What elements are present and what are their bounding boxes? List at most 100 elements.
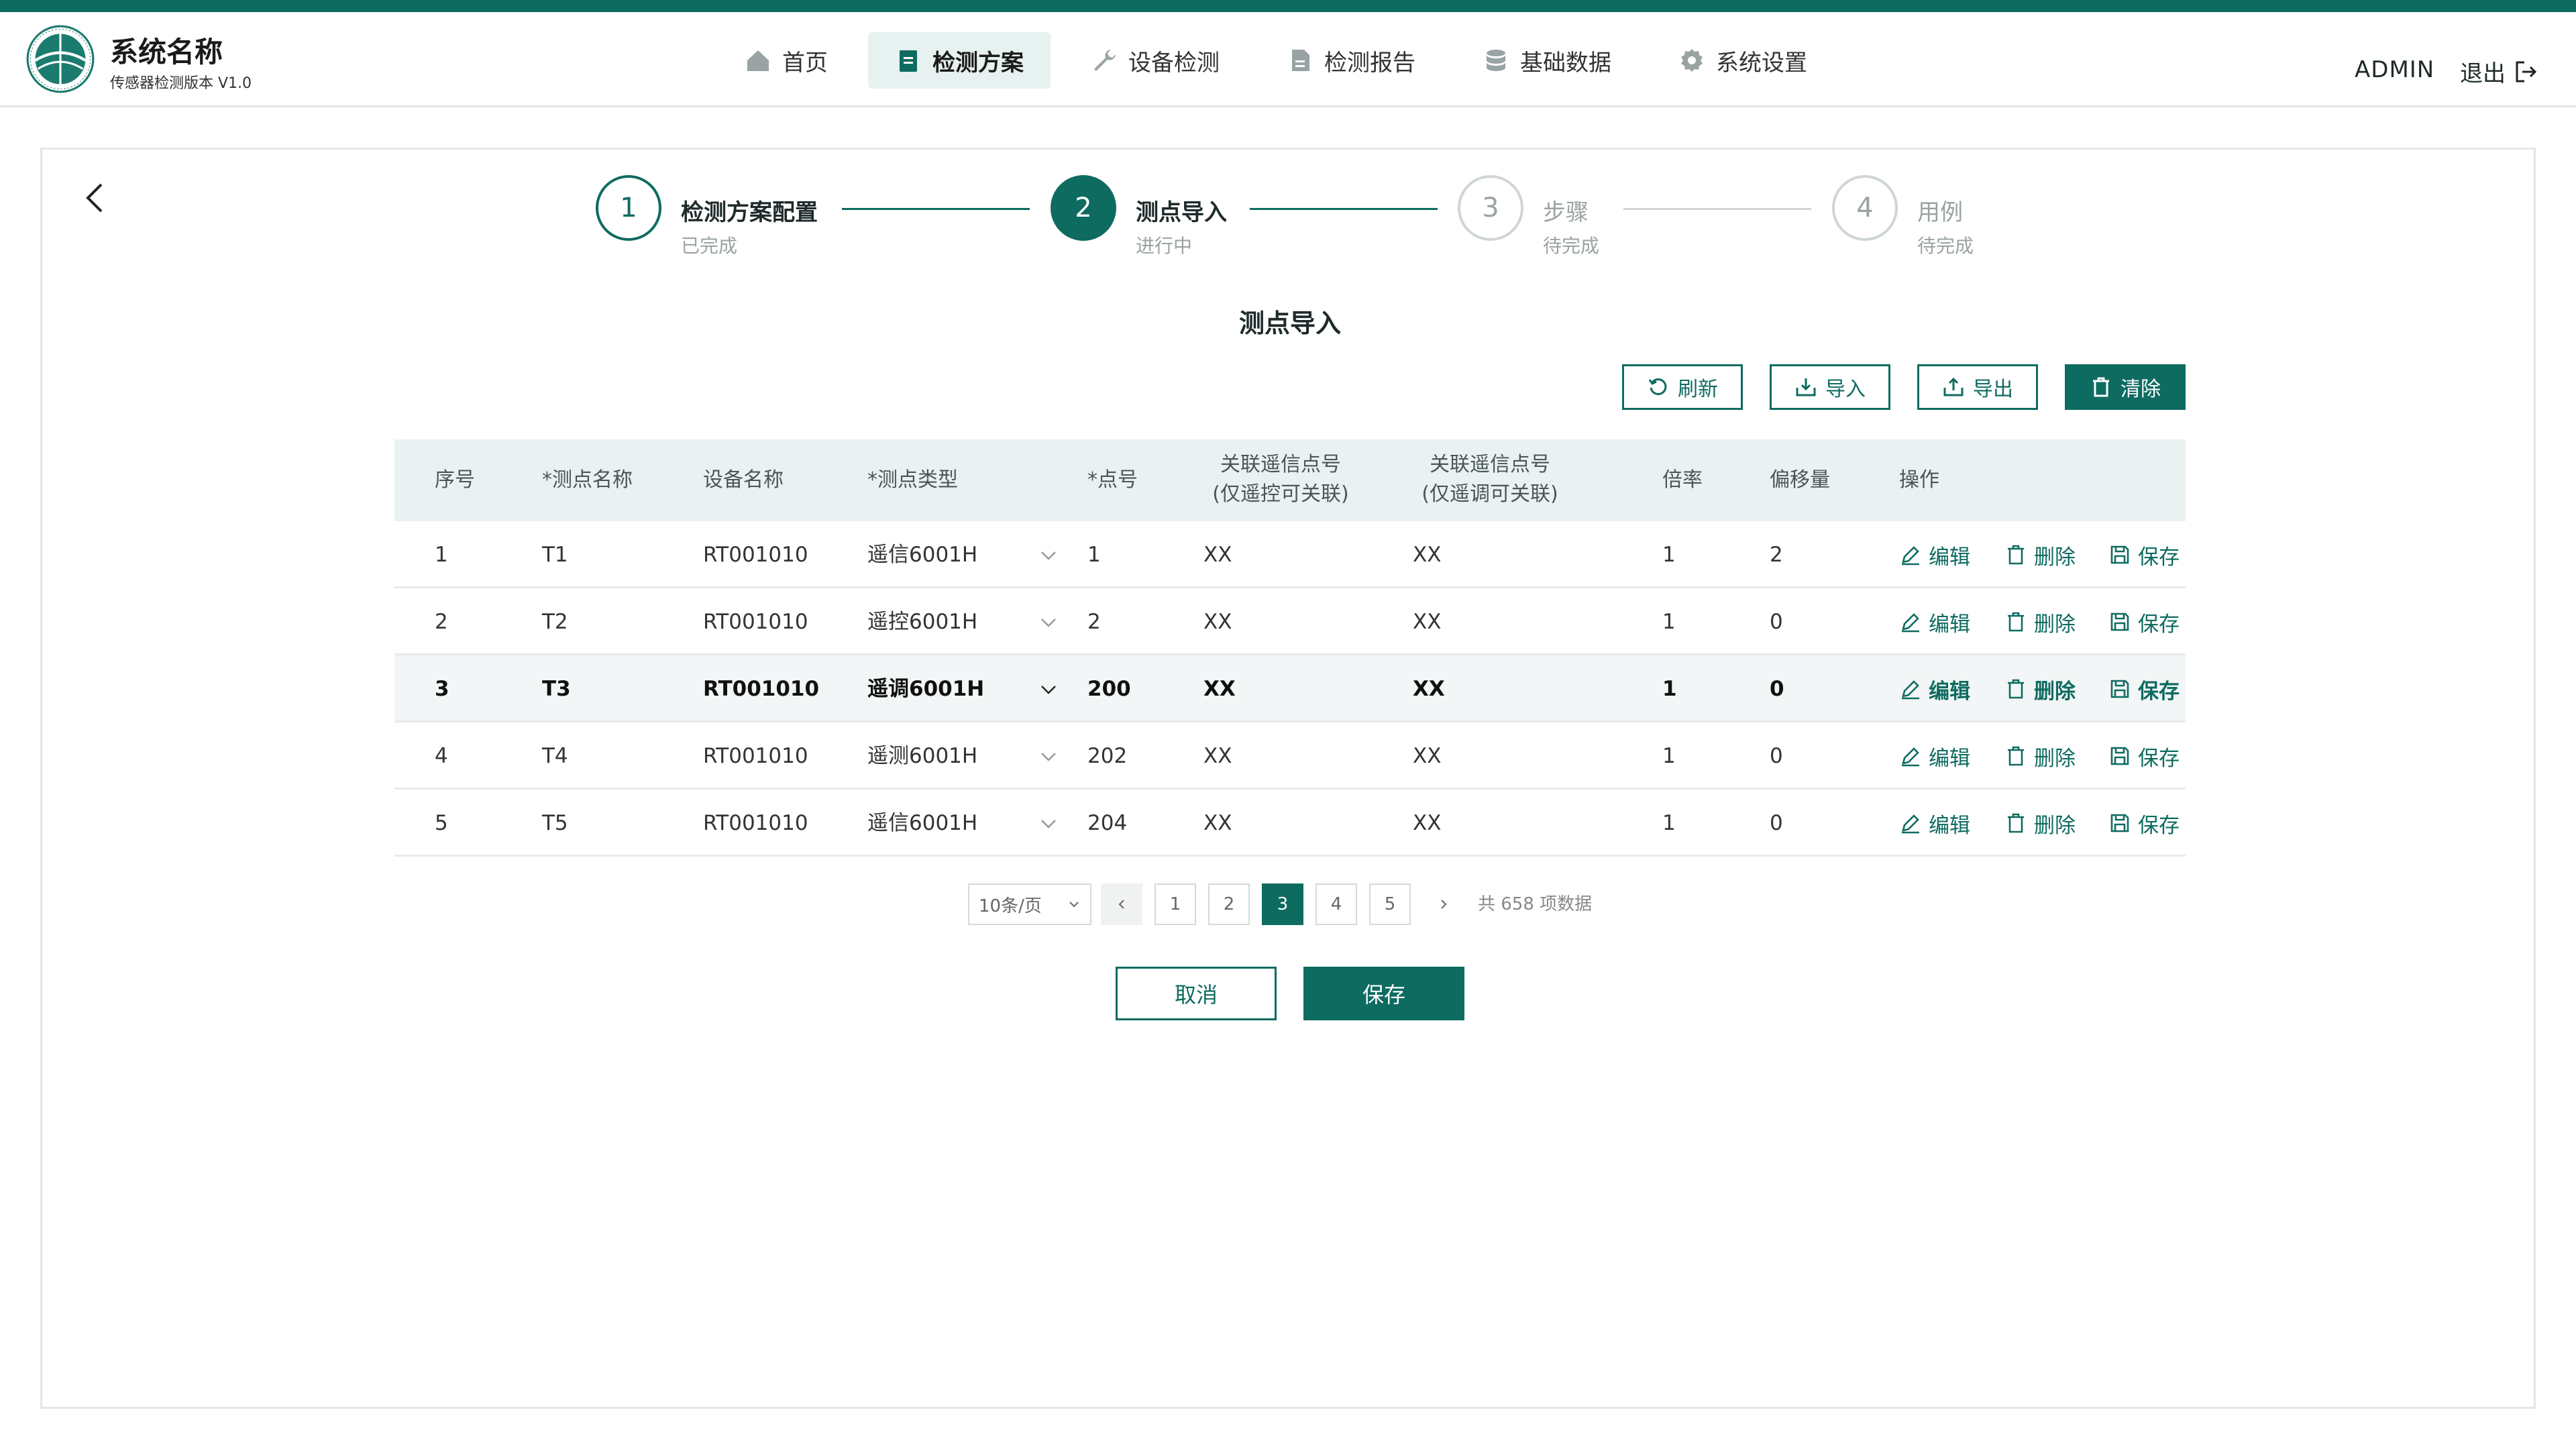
table-row[interactable]: 2 T2 RT001010 遥控6001H 2 XX XX 1 0 编辑 删除 保存	[394, 588, 2186, 655]
page-button[interactable]: 2	[1208, 883, 1250, 925]
chevron-down-icon[interactable]	[1038, 814, 1059, 834]
delete-button[interactable]: 删除	[2004, 521, 2076, 588]
chevron-down-icon[interactable]	[1038, 612, 1059, 633]
delete-button-label: 删除	[2034, 746, 2076, 771]
nav-item-plan[interactable]: 检测方案	[868, 32, 1051, 89]
nav-label: 基础数据	[1520, 49, 1611, 76]
page-size-select[interactable]: 10条/页	[968, 883, 1091, 925]
cell-point-type[interactable]: 遥信6001H	[867, 790, 977, 857]
delete-button[interactable]: 删除	[2004, 655, 2076, 722]
cell-rate: 1	[1662, 811, 1676, 835]
logout-button[interactable]: 退出	[2460, 55, 2539, 88]
cell-related-ctrl: XX	[1203, 811, 1232, 835]
clear-button[interactable]: 清除	[2065, 364, 2186, 410]
edit-button[interactable]: 编辑	[1899, 521, 1970, 588]
th-related-ctrl: 关联遥信点号	[1220, 453, 1341, 476]
cell-index: 2	[435, 610, 448, 634]
th-related-ctrl-note: (仅遥控可关联)	[1212, 482, 1349, 506]
edit-button[interactable]: 编辑	[1899, 655, 1970, 722]
cell-related-adj: XX	[1413, 811, 1442, 835]
import-button[interactable]: 导入	[1770, 364, 1890, 410]
export-button[interactable]: 导出	[1917, 364, 2038, 410]
import-icon	[1796, 378, 1816, 396]
nav-item-report[interactable]: 检测报告	[1260, 32, 1442, 89]
cell-index: 1	[435, 543, 448, 567]
app-title: 系统名称	[110, 36, 223, 68]
save-button[interactable]: 保存	[1303, 967, 1464, 1020]
cell-point-type[interactable]: 遥测6001H	[867, 722, 977, 790]
edit-button[interactable]: 编辑	[1899, 790, 1970, 857]
step-4-circle[interactable]: 4	[1832, 175, 1898, 241]
row-save-button[interactable]: 保存	[2108, 722, 2180, 790]
chevron-down-icon[interactable]	[1038, 680, 1059, 700]
prev-page-button[interactable]	[1101, 883, 1142, 925]
table-header: 序号 *测点名称 设备名称 *测点类型 *点号 关联遥信点号 (仅遥控可关联) …	[394, 439, 2186, 521]
row-save-button[interactable]: 保存	[2108, 790, 2180, 857]
nav-label: 首页	[782, 49, 828, 76]
cell-related-ctrl: XX	[1203, 543, 1232, 567]
cell-point-type[interactable]: 遥调6001H	[867, 655, 984, 722]
step-connector	[1250, 208, 1438, 210]
delete-button[interactable]: 删除	[2004, 790, 2076, 857]
edit-button[interactable]: 编辑	[1899, 588, 1970, 655]
table-row[interactable]: 3 T3 RT001010 遥调6001H 200 XX XX 1 0 编辑 删除 保存	[394, 655, 2186, 722]
refresh-icon	[1648, 378, 1667, 395]
page-button[interactable]: 5	[1369, 883, 1411, 925]
table-row[interactable]: 5 T5 RT001010 遥信6001H 204 XX XX 1 0 编辑 删除 保存	[394, 790, 2186, 857]
edit-button[interactable]: 编辑	[1899, 722, 1970, 790]
refresh-button[interactable]: 刷新	[1622, 364, 1743, 410]
table-row[interactable]: 1 T1 RT001010 遥信6001H 1 XX XX 1 2 编辑 删除 保存	[394, 521, 2186, 588]
step-3-circle[interactable]: 3	[1458, 175, 1523, 241]
nav-item-settings[interactable]: 系统设置	[1652, 32, 1834, 89]
cell-related-adj: XX	[1413, 677, 1445, 701]
delete-button[interactable]: 删除	[2004, 588, 2076, 655]
next-page-button[interactable]	[1423, 883, 1464, 925]
chevron-left-icon	[1118, 900, 1124, 909]
delete-button-label: 删除	[2034, 679, 2076, 704]
nav-item-device-test[interactable]: 设备检测	[1064, 32, 1246, 89]
row-save-button[interactable]: 保存	[2108, 521, 2180, 588]
nav-item-basic-data[interactable]: 基础数据	[1456, 32, 1638, 89]
table-row[interactable]: 4 T4 RT001010 遥测6001H 202 XX XX 1 0 编辑 删除 保存	[394, 722, 2186, 790]
step-1-circle[interactable]: 1	[596, 175, 661, 241]
cell-offset: 2	[1770, 543, 1783, 567]
cell-offset: 0	[1770, 677, 1784, 701]
cell-point-type[interactable]: 遥控6001H	[867, 588, 977, 655]
clear-label: 清除	[2121, 378, 2161, 401]
trash-icon	[2008, 813, 2024, 833]
main-nav: 首页 检测方案 设备检测 检测报告 基础数据 系统设置	[718, 32, 1847, 89]
trash-icon	[2093, 377, 2109, 397]
trash-icon	[2008, 545, 2024, 565]
cell-rate: 1	[1662, 610, 1676, 634]
step-2-circle[interactable]: 2	[1051, 175, 1116, 241]
row-save-button[interactable]: 保存	[2108, 655, 2180, 722]
save-icon	[2110, 545, 2129, 564]
save-icon	[2110, 612, 2129, 631]
report-icon	[1292, 50, 1309, 71]
nav-label: 系统设置	[1716, 49, 1807, 76]
cell-offset: 0	[1770, 610, 1783, 634]
database-icon	[1487, 50, 1505, 71]
chevron-down-icon[interactable]	[1038, 545, 1059, 566]
cell-device-name: RT001010	[703, 543, 808, 567]
th-offset: 偏移量	[1770, 468, 1830, 492]
cell-device-name: RT001010	[703, 610, 808, 634]
delete-button-label: 删除	[2034, 545, 2076, 570]
save-icon	[2110, 680, 2129, 698]
row-save-button[interactable]: 保存	[2108, 588, 2180, 655]
nav-item-home[interactable]: 首页	[718, 32, 855, 89]
delete-button[interactable]: 删除	[2004, 722, 2076, 790]
chevron-down-icon[interactable]	[1038, 747, 1059, 767]
cell-related-adj: XX	[1413, 610, 1442, 634]
page-button-current[interactable]: 3	[1262, 883, 1303, 925]
gear-icon	[1681, 49, 1703, 72]
page-button[interactable]: 4	[1316, 883, 1357, 925]
cell-point-type[interactable]: 遥信6001H	[867, 521, 977, 588]
user-name[interactable]: ADMIN	[2355, 56, 2434, 83]
page-button[interactable]: 1	[1155, 883, 1196, 925]
step-4-title: 用例	[1917, 199, 1963, 226]
cell-device-name: RT001010	[703, 744, 808, 768]
back-arrow-icon[interactable]	[76, 178, 116, 218]
cancel-button[interactable]: 取消	[1116, 967, 1277, 1020]
th-actions: 操作	[1899, 468, 1939, 492]
